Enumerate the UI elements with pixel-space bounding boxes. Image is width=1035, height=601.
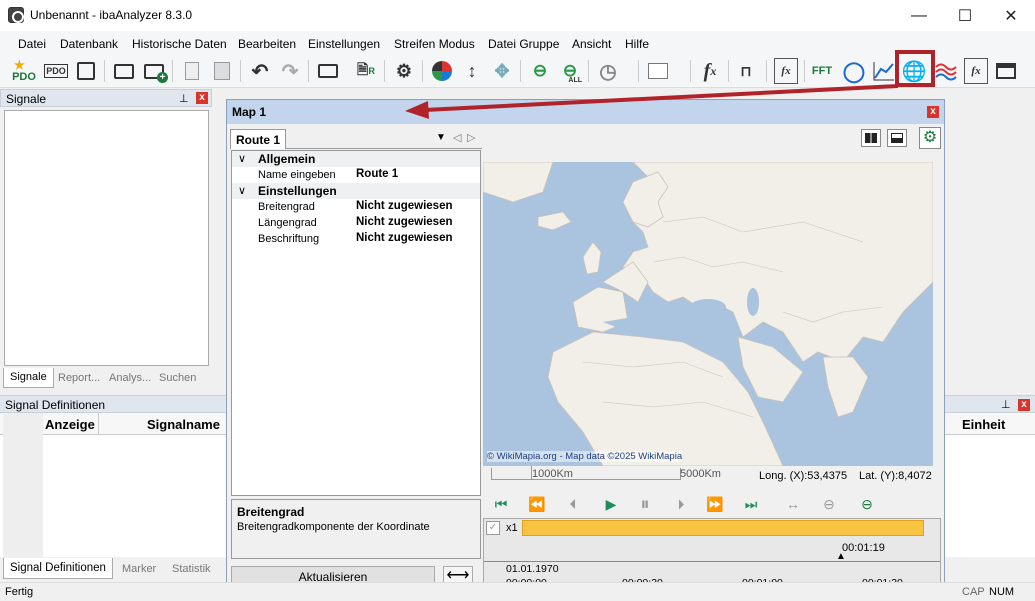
num-indicator: NUM (989, 586, 1015, 598)
status-text: Fertig (5, 586, 34, 598)
annotation-arrow (405, 84, 899, 119)
status-bar: Fertig CAP NUM (0, 582, 1035, 601)
caps-indicator: CAP (962, 586, 985, 598)
